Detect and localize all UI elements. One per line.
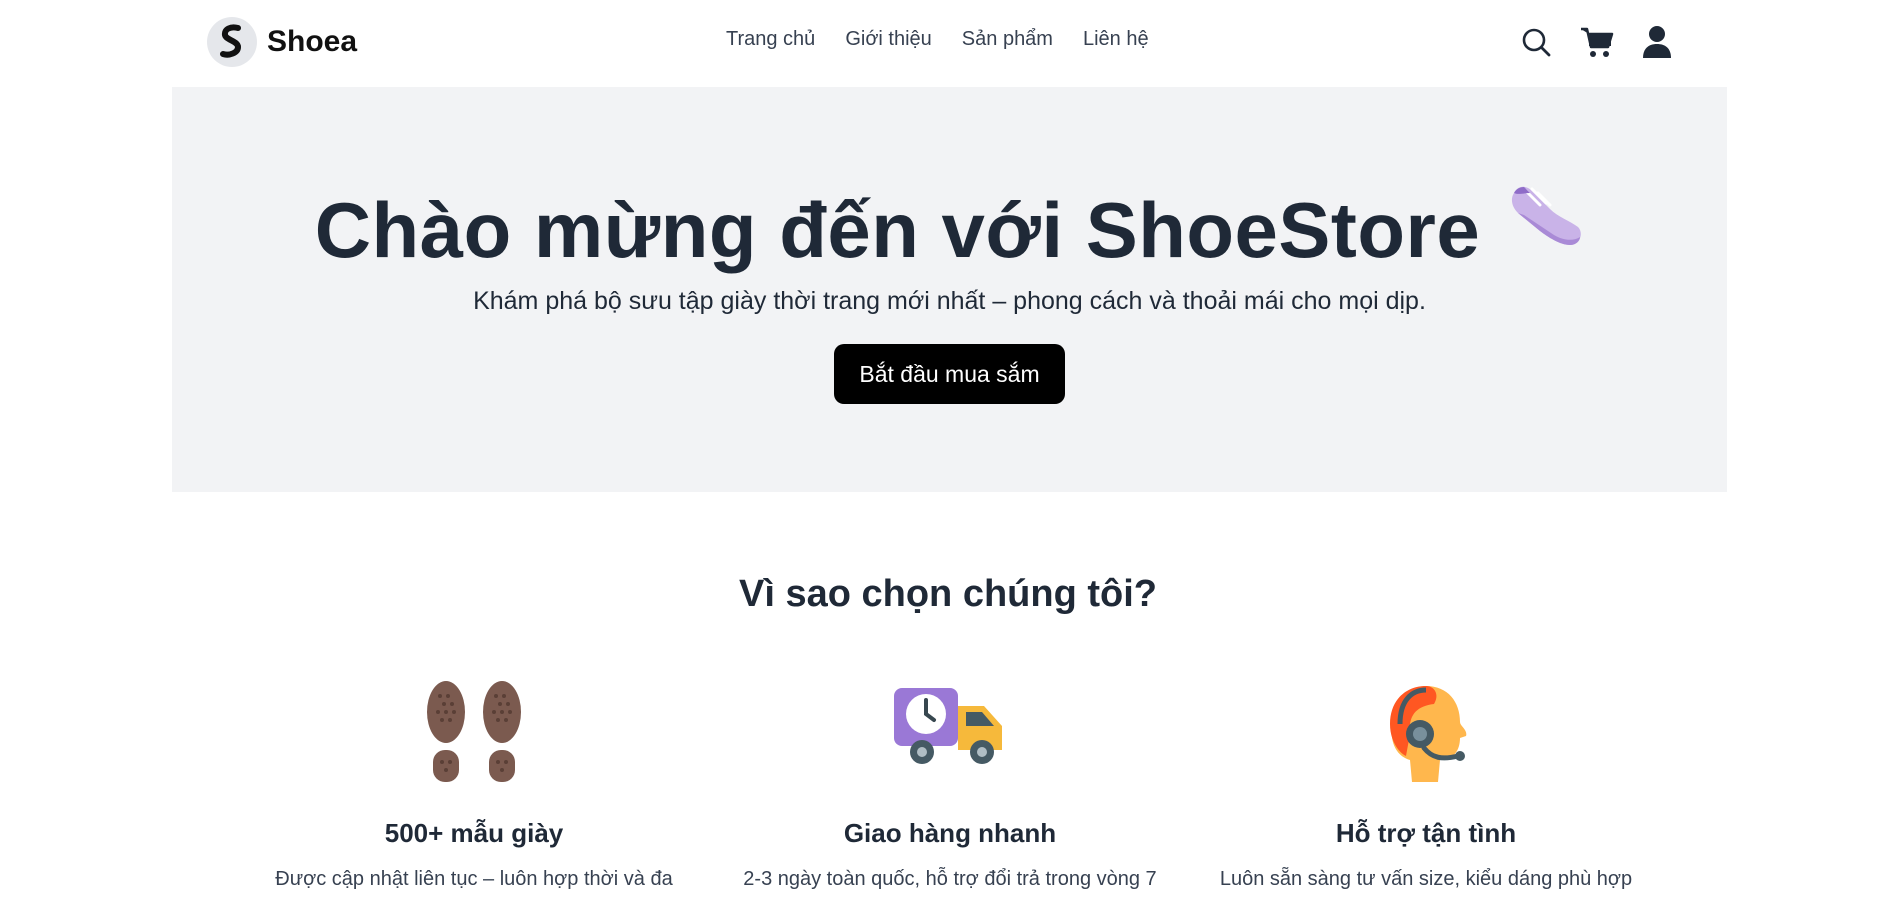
feature-title: 500+ mẫu giày [384, 818, 564, 848]
nav-item-about[interactable]: Giới thiệu [845, 28, 931, 51]
feature-text: 2-3 ngày toàn quốc, hỗ trợ đổi trả trong… [743, 868, 1157, 890]
hero-title: Chào mừng đến với ShoeStore [314, 186, 1481, 274]
logo-icon [207, 17, 257, 67]
feature-card: Hỗ trợ tận tình Luôn sẵn sàng tư vấn siz… [1216, 680, 1636, 890]
why-section-title: Vì sao chọn chúng tôi? [739, 573, 1157, 615]
cart-icon[interactable] [1577, 22, 1617, 62]
sneaker-icon [1504, 179, 1584, 274]
search-icon[interactable] [1517, 23, 1557, 63]
feature-text: Được cập nhật liên tục – luôn hợp thời v… [275, 868, 673, 890]
start-shopping-button[interactable]: Bắt đầu mua sắm [834, 344, 1065, 404]
hero-subtitle: Khám phá bộ sưu tập giày thời trang mới … [473, 287, 1426, 315]
feature-card: Giao hàng nhanh 2-3 ngày toàn quốc, hỗ t… [740, 680, 1160, 890]
hero-section: Chào mừng đến với ShoeStore Khám phá bộ … [172, 87, 1727, 492]
feature-title: Hỗ trợ tận tình [1335, 818, 1517, 848]
nav-item-products[interactable]: Sản phẩm [962, 28, 1053, 51]
feature-text: Luôn sẵn sàng tư vấn size, kiểu dáng phù… [1219, 868, 1633, 890]
hero-title-row: Chào mừng đến với ShoeStore [172, 185, 1727, 284]
support-agent-icon [1216, 680, 1636, 790]
main-nav: Trang chủ Giới thiệu Sản phẩm Liên hệ [726, 28, 1149, 51]
nav-item-home[interactable]: Trang chủ [726, 28, 815, 51]
feature-title: Giao hàng nhanh [843, 818, 1057, 848]
user-icon[interactable] [1637, 22, 1677, 62]
brand-logo[interactable]: Shoea [207, 17, 357, 67]
site-header: Shoea Trang chủ Giới thiệu Sản phẩm Liên… [0, 0, 1896, 87]
nav-item-contact[interactable]: Liên hệ [1083, 28, 1149, 51]
feature-card: 500+ mẫu giày Được cập nhật liên tục – l… [264, 680, 684, 890]
footprints-icon [264, 680, 684, 790]
brand-name: Shoea [267, 25, 358, 58]
delivery-truck-icon [740, 680, 1160, 790]
